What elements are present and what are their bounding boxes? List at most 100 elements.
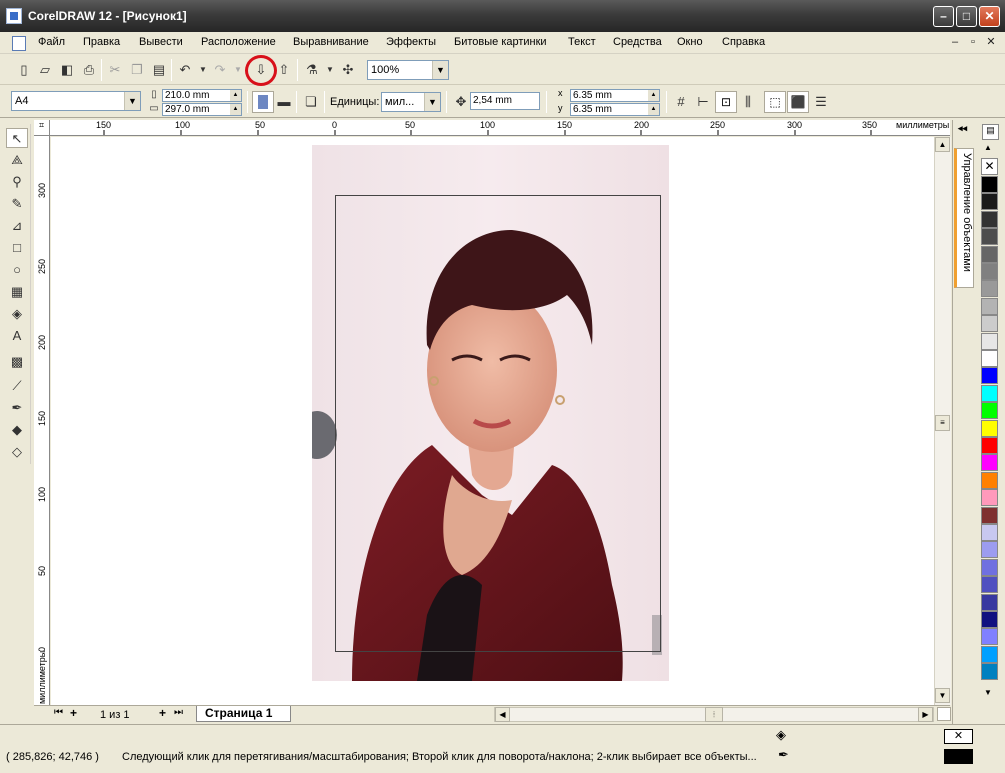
zoom-tool-icon[interactable]: ⚲: [6, 172, 28, 192]
ruler-origin[interactable]: ⌗: [34, 120, 50, 136]
smart-fill-tool-icon[interactable]: ⊿: [6, 216, 28, 236]
basic-shapes-tool-icon[interactable]: ◈: [6, 304, 28, 324]
color-swatch[interactable]: [981, 663, 998, 681]
menu-tools[interactable]: Средства: [613, 36, 662, 48]
units-combo[interactable]: мил... ▼: [381, 92, 441, 112]
color-swatch[interactable]: [981, 593, 998, 611]
first-page-icon[interactable]: ⏮: [54, 707, 63, 718]
tab-object-manager[interactable]: Управление объектами: [954, 148, 974, 288]
color-swatch[interactable]: [981, 471, 998, 489]
color-swatch[interactable]: [981, 628, 998, 646]
ellipse-tool-icon[interactable]: ○: [6, 260, 28, 280]
shape-tool-icon[interactable]: ⟁: [6, 150, 28, 170]
freehand-tool-icon[interactable]: ✎: [6, 194, 28, 214]
palette-scroll-down-icon[interactable]: ▼: [984, 688, 992, 697]
color-swatch[interactable]: [981, 228, 998, 246]
graph-paper-tool-icon[interactable]: ▦: [6, 282, 28, 302]
palette-menu-icon[interactable]: ▤: [982, 124, 999, 140]
scroll-up-icon[interactable]: ▲: [935, 137, 950, 152]
print-icon[interactable]: ⎙: [79, 60, 99, 80]
color-swatch[interactable]: [981, 454, 998, 472]
menu-file[interactable]: Файл: [38, 36, 65, 48]
color-swatch[interactable]: [981, 489, 998, 507]
menu-arrange[interactable]: Выравнивание: [293, 36, 369, 48]
chevron-down-icon[interactable]: ▼: [124, 92, 140, 110]
doc-minimize-button[interactable]: –: [947, 35, 963, 49]
color-swatch[interactable]: [981, 558, 998, 576]
color-swatch[interactable]: [981, 367, 998, 385]
scroll-right-icon[interactable]: ▶: [918, 707, 933, 722]
chevron-down-icon[interactable]: ▼: [432, 61, 448, 79]
color-swatch[interactable]: [981, 350, 998, 367]
paste-icon[interactable]: ▤: [149, 60, 169, 80]
minimize-button[interactable]: –: [933, 6, 954, 27]
snap-grid-icon[interactable]: #: [671, 92, 691, 112]
document-icon[interactable]: [12, 36, 26, 51]
color-swatch[interactable]: [981, 297, 998, 315]
dynamic-guides-icon[interactable]: ⫼: [738, 92, 758, 112]
color-swatch[interactable]: [981, 437, 998, 454]
chevron-down-icon[interactable]: ▼: [424, 93, 440, 111]
doc-close-button[interactable]: ✕: [983, 35, 999, 49]
page-width-field[interactable]: 210.0 mm ▲: [162, 89, 242, 102]
color-swatch[interactable]: [981, 315, 998, 333]
color-swatch[interactable]: [981, 419, 998, 437]
interactive-blend-tool-icon[interactable]: ▩: [6, 352, 28, 372]
doc-restore-button[interactable]: ▫: [965, 35, 981, 49]
horizontal-scrollbar[interactable]: ◀ ⦙ ▶: [494, 707, 934, 722]
color-swatch[interactable]: [981, 611, 998, 628]
no-color-swatch[interactable]: ✕: [981, 158, 998, 175]
outline-tool-icon[interactable]: ✒: [6, 398, 28, 418]
coreldraw-app-icon[interactable]: [6, 8, 22, 24]
color-swatch[interactable]: [981, 645, 998, 663]
vertical-scrollbar[interactable]: ▲ ≡ ▼: [934, 137, 951, 705]
corel-online-icon[interactable]: ✣: [338, 60, 358, 80]
color-swatch[interactable]: [981, 245, 998, 263]
scroll-left-icon[interactable]: ◀: [495, 707, 510, 722]
treat-as-filled-icon[interactable]: ⬚: [764, 91, 786, 113]
vertical-ruler[interactable]: 300 250 200 150 100 50 0 миллиметры: [34, 136, 50, 706]
color-swatch[interactable]: [981, 176, 998, 193]
menu-help[interactable]: Справка: [722, 36, 765, 48]
maximize-button[interactable]: □: [956, 6, 977, 27]
close-button[interactable]: ✕: [979, 6, 1000, 27]
duplicate-x-field[interactable]: 6.35 mm ▲: [570, 89, 660, 102]
fill-indicator-icon[interactable]: ◈: [776, 727, 786, 743]
hscroll-thumb[interactable]: ⦙: [705, 707, 723, 722]
menu-effects[interactable]: Эффекты: [386, 36, 436, 48]
nudge-field[interactable]: 2,54 mm: [470, 92, 540, 110]
fill-tool-icon[interactable]: ◆: [6, 420, 28, 440]
spin-icon[interactable]: ▲: [230, 104, 241, 115]
color-swatch[interactable]: [981, 193, 998, 211]
zoom-level-combo[interactable]: 100% ▼: [367, 60, 449, 80]
fill-color-swatch[interactable]: ✕: [944, 729, 973, 744]
color-swatch[interactable]: [981, 506, 998, 524]
add-page-after-icon[interactable]: +: [159, 706, 166, 720]
open-icon[interactable]: ▱: [35, 60, 55, 80]
menu-text[interactable]: Текст: [568, 36, 596, 48]
last-page-icon[interactable]: ⏭: [174, 707, 183, 718]
menu-view[interactable]: Вывести: [139, 36, 183, 48]
new-icon[interactable]: ▯: [14, 60, 34, 80]
cut-icon[interactable]: ✂: [105, 60, 125, 80]
rectangle-tool-icon[interactable]: □: [6, 238, 28, 258]
redo-icon[interactable]: ↷: [210, 60, 230, 80]
landscape-button[interactable]: ▬: [274, 92, 294, 112]
color-swatch[interactable]: [981, 280, 998, 298]
application-launcher-icon[interactable]: ⚗: [302, 60, 322, 80]
paper-type-combo[interactable]: A4 ▼: [11, 91, 141, 111]
eyedropper-tool-icon[interactable]: ⟋: [6, 376, 28, 396]
color-swatch[interactable]: [981, 541, 998, 559]
spin-icon[interactable]: ▲: [648, 104, 659, 115]
scroll-thumb[interactable]: ≡: [935, 415, 950, 431]
color-swatch[interactable]: [981, 384, 998, 402]
collapse-docker-icon[interactable]: ◂◂: [958, 123, 967, 134]
pick-tool-icon[interactable]: ↖: [6, 128, 28, 148]
spin-icon[interactable]: ▲: [648, 90, 659, 101]
tab-page-1[interactable]: Страница 1: [196, 706, 291, 722]
color-swatch[interactable]: [981, 524, 998, 541]
drawing-canvas[interactable]: [51, 137, 934, 705]
palette-scroll-up-icon[interactable]: ▲: [984, 143, 992, 152]
navigator-button[interactable]: [937, 707, 951, 721]
color-swatch[interactable]: [981, 576, 998, 594]
